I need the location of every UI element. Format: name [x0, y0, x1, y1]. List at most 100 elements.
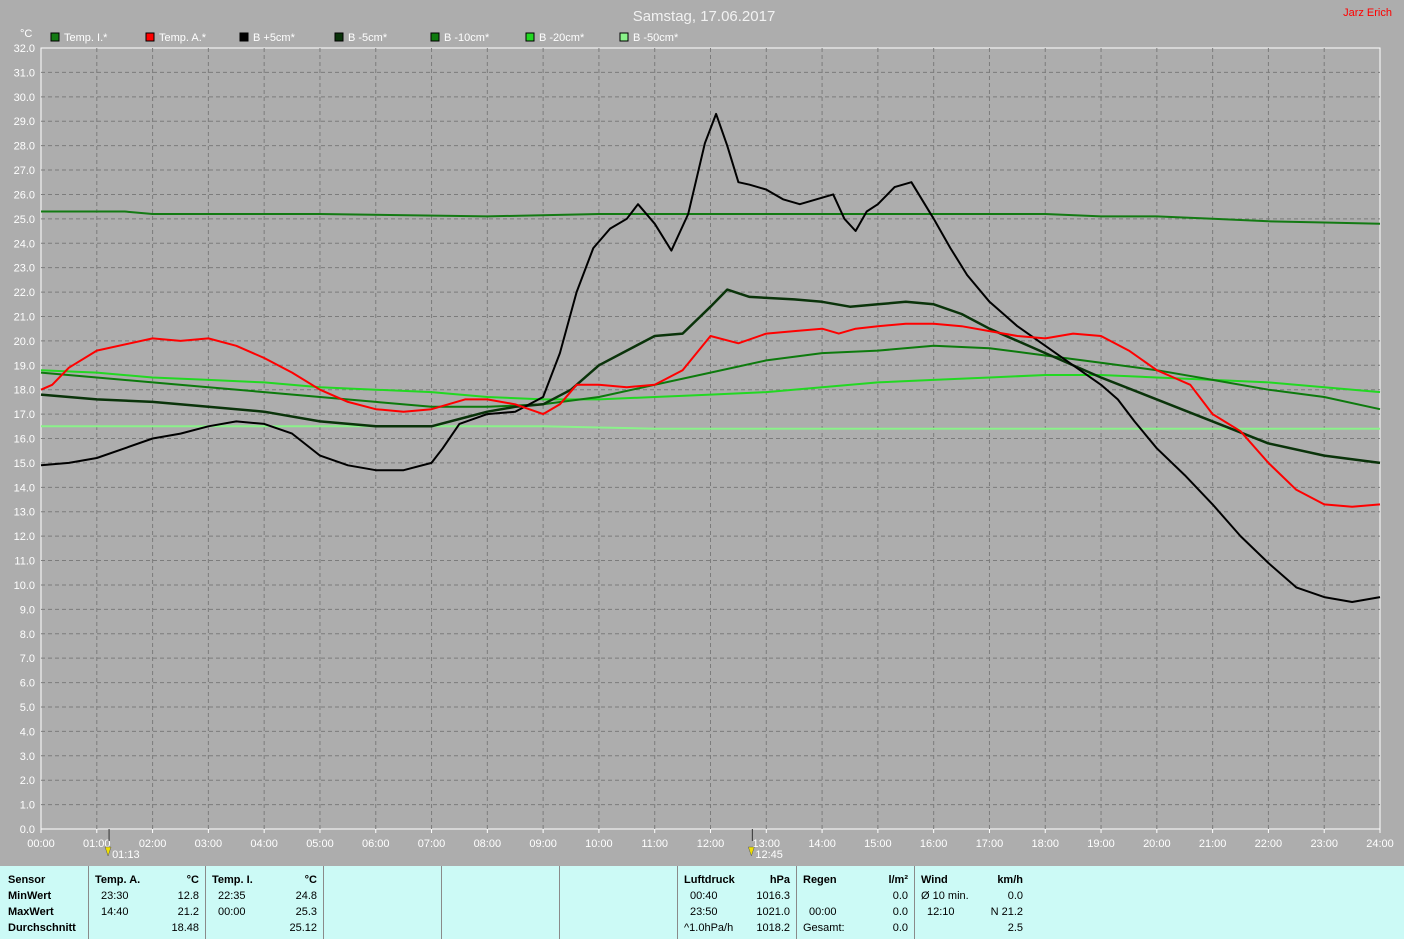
y-tick-label: 31.0 [14, 67, 35, 79]
y-tick-label: 6.0 [20, 678, 35, 690]
y-tick-label: 32.0 [14, 43, 35, 55]
legend-label: Temp. I.* [64, 32, 108, 44]
legend-item: B -50cm* [619, 32, 679, 44]
temp-a-average: 18.48 [171, 922, 199, 934]
y-tick-label: 2.0 [20, 775, 35, 787]
temp-a-max-time: 14:40 [101, 906, 129, 918]
wind-min-value: 0.0 [1007, 890, 1023, 902]
chart-title: Samstag, 17.06.2017 [633, 8, 776, 25]
rain-max-value: 0.0 [892, 906, 908, 918]
x-tick-label: 16:00 [920, 838, 948, 850]
temp-a-min-time: 23:30 [101, 890, 129, 902]
temp-a-header: Temp. A. [95, 874, 141, 886]
empty-column-3 [560, 866, 678, 939]
legend-swatch [525, 32, 535, 42]
x-tick-label: 00:00 [27, 838, 55, 850]
row-label-max: MaxWert [8, 906, 54, 918]
y-tick-label: 13.0 [14, 507, 35, 519]
y-tick-label: 27.0 [14, 165, 35, 177]
x-tick-label: 02:00 [139, 838, 167, 850]
y-tick-label: 29.0 [14, 116, 35, 128]
marker-label: 12:45 [755, 849, 783, 861]
pressure-column: Luftdruck hPa 00:40 1016.3 23:50 1021.0 … [678, 866, 797, 939]
marker-label: 01:13 [112, 849, 140, 861]
legend-item: B -20cm* [525, 32, 585, 44]
x-tick-label: 08:00 [474, 838, 502, 850]
legend-swatch [430, 32, 440, 42]
pressure-unit: hPa [769, 874, 790, 886]
x-tick-label: 09:00 [529, 838, 557, 850]
y-tick-label: 25.0 [14, 214, 35, 226]
y-axis: 0.0 1.0 2.0 3.0 4.0 5.0 6.0 7.0 8.0 9.0 10.0 11.0 12… [14, 43, 35, 836]
y-tick-label: 24.0 [14, 238, 35, 250]
empty-column-1 [324, 866, 442, 939]
wind-max-time: 12:10 [927, 906, 955, 918]
y-tick-label: 15.0 [14, 458, 35, 470]
y-tick-label: 30.0 [14, 92, 35, 104]
wind-column: Wind km/h Ø 10 min. 0.0 12:10 N 21.2 2.5 [915, 866, 1029, 939]
y-tick-label: 23.0 [14, 263, 35, 275]
y-tick-label: 4.0 [20, 726, 35, 738]
legend-swatch [334, 32, 344, 42]
marker-icon [104, 846, 112, 857]
temp-a-column: Temp. A. °C 23:30 12.8 14:40 21.2 18.48 [89, 866, 206, 939]
x-tick-label: 05:00 [306, 838, 334, 850]
temp-a-min-value: 12.8 [177, 890, 199, 902]
pressure-header: Luftdruck [684, 874, 735, 886]
legend: Temp. I.* Temp. A.* B +5cm* B -5cm* B -10cm*… [50, 32, 679, 44]
author-label: Jarz Erich [1343, 7, 1392, 19]
legend-label: B -50cm* [633, 32, 679, 44]
y-tick-label: 14.0 [14, 482, 35, 494]
x-tick-label: 04:00 [250, 838, 278, 850]
wind-max-value: N 21.2 [990, 906, 1023, 918]
y-tick-label: 26.0 [14, 189, 35, 201]
temp-i-max-value: 25.3 [295, 906, 317, 918]
pressure-min-value: 1016.3 [756, 890, 790, 902]
rain-unit: l/m² [888, 874, 908, 886]
y-tick-label: 8.0 [20, 629, 35, 641]
legend-swatch [619, 32, 629, 42]
temp-i-min-time: 22:35 [218, 890, 246, 902]
x-tick-label: 06:00 [362, 838, 390, 850]
x-tick-label: 15:00 [864, 838, 892, 850]
statistics-panel: Sensor MinWert MaxWert Durchschnitt Temp… [0, 866, 1404, 939]
x-tick-label: 18:00 [1031, 838, 1059, 850]
wind-average: 2.5 [1007, 922, 1023, 934]
x-tick-label: 12:00 [697, 838, 725, 850]
y-tick-label: 22.0 [14, 287, 35, 299]
marker-icon [747, 846, 755, 857]
legend-label: B +5cm* [253, 32, 296, 44]
y-tick-label: 20.0 [14, 336, 35, 348]
y-tick-label: 7.0 [20, 653, 35, 665]
y-tick-label: 11.0 [14, 556, 35, 568]
y-tick-label: 10.0 [14, 580, 35, 592]
x-tick-label: 17:00 [976, 838, 1004, 850]
temp-i-min-value: 24.8 [295, 890, 317, 902]
temp-i-max-time: 00:00 [218, 906, 246, 918]
y-tick-label: 21.0 [14, 311, 35, 323]
x-tick-label: 03:00 [195, 838, 223, 850]
pressure-average: 1018.2 [756, 922, 790, 934]
y-tick-label: 1.0 [20, 800, 35, 812]
pressure-max-time: 23:50 [690, 906, 718, 918]
y-tick-label: 5.0 [20, 702, 35, 714]
legend-swatch [50, 32, 60, 42]
pressure-max-value: 1021.0 [756, 906, 790, 918]
y-tick-label: 17.0 [14, 409, 35, 421]
legend-item: Temp. A.* [145, 32, 207, 44]
x-tick-label: 11:00 [641, 838, 668, 850]
empty-column-2 [442, 866, 560, 939]
x-tick-label: 22:00 [1255, 838, 1283, 850]
temp-i-unit: °C [304, 874, 317, 886]
x-tick-label: 24:00 [1366, 838, 1394, 850]
y-tick-label: 18.0 [14, 385, 35, 397]
x-tick-label: 21:00 [1199, 838, 1227, 850]
y-tick-label: 9.0 [20, 604, 35, 616]
pressure-trend-label: ^1.0hPa/h [684, 922, 734, 934]
rain-total-label: Gesamt: [803, 922, 845, 934]
y-tick-label: 28.0 [14, 141, 35, 153]
temp-a-max-value: 21.2 [177, 906, 199, 918]
x-tick-label: 10:00 [585, 838, 613, 850]
legend-swatch [239, 32, 249, 42]
temperature-chart: Samstag, 17.06.2017 Jarz Erich °C Temp. … [14, 7, 1394, 861]
